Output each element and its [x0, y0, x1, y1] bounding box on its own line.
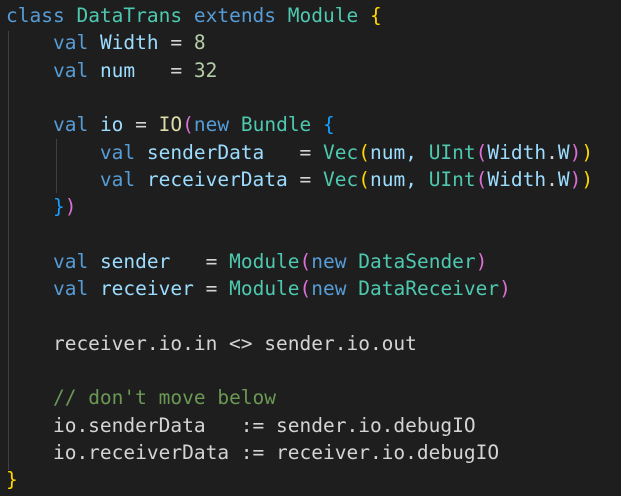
code-token: num — [99, 58, 171, 82]
code-token: val — [52, 58, 100, 82]
code-token: senderData — [146, 140, 300, 164]
code-line: val num = 32 — [6, 57, 217, 84]
code-token: ) — [581, 167, 594, 191]
code-token: val — [99, 167, 147, 191]
code-line: } — [6, 466, 18, 493]
code-token: val — [52, 277, 100, 300]
code-token: } — [6, 468, 18, 492]
code-line: io.senderData := sender.io.debugIO — [6, 412, 476, 439]
code-token: ) — [64, 195, 77, 219]
code-token: Width — [99, 31, 171, 55]
code-line: io.receiverData := receiver.io.debugIO — [6, 439, 499, 466]
code-line: receiver.io.in <> sender.io.out — [6, 330, 417, 357]
code-token: ) — [475, 249, 488, 273]
code-token: = — [205, 249, 230, 273]
code-token: DataTrans — [76, 4, 194, 27]
code-token: Module — [229, 277, 300, 300]
code-token: UInt — [428, 140, 476, 164]
code-token: } — [52, 195, 65, 219]
code-token: = — [299, 140, 323, 164]
code-line: val receiverData = Vec(num, UInt(Width.W… — [6, 166, 593, 193]
code-token: DataReceiver — [358, 277, 500, 300]
code-token: num, — [369, 140, 429, 164]
code-token: receiver.io.in <> sender.io.out — [6, 331, 417, 355]
code-token: = — [170, 31, 194, 55]
code-token: Module — [287, 4, 370, 27]
code-line: class DataTrans extends Module { — [6, 2, 382, 29]
code-token: 32 — [193, 58, 218, 82]
code-token: = — [205, 277, 230, 300]
code-token: receiverData — [146, 167, 300, 191]
code-token: { — [323, 113, 335, 137]
code-token: Vec — [323, 140, 359, 164]
code-line: val io = IO(new Bundle { — [6, 111, 335, 138]
code-token: UInt — [428, 167, 476, 191]
code-token: ( — [475, 167, 488, 191]
code-line: // don't move below — [6, 384, 276, 411]
code-token: io — [99, 113, 136, 137]
code-token: new — [311, 277, 359, 300]
code-token: Width — [487, 167, 547, 191]
code-token: IO — [158, 113, 183, 137]
code-token: class — [6, 4, 77, 27]
code-token: num, — [369, 167, 429, 191]
code-token: val — [52, 113, 100, 137]
code-token: ) — [569, 140, 582, 164]
code-token: ) — [581, 140, 594, 164]
code-token: = — [170, 58, 194, 82]
code-token: Vec — [323, 167, 359, 191]
code-line: val senderData = Vec(num, UInt(Width.W)) — [6, 139, 593, 166]
code-token: . — [546, 140, 558, 164]
code-line: }) — [6, 193, 77, 220]
code-token: ( — [299, 277, 312, 300]
code-token: sender — [99, 249, 206, 273]
code-token: W — [557, 140, 570, 164]
code-token: new — [193, 113, 241, 137]
code-token: new — [311, 249, 359, 273]
code-token: = — [135, 113, 159, 137]
code-token: val — [99, 140, 147, 164]
code-token: ( — [182, 113, 194, 137]
code-token: extends — [193, 4, 288, 27]
code-token: Bundle — [240, 113, 324, 137]
code-token: receiver — [99, 277, 206, 300]
code-token: Width — [487, 140, 547, 164]
code-token: ( — [358, 140, 370, 164]
code-token: ( — [358, 167, 370, 191]
code-editor[interactable]: class DataTrans extends Module { val Wid… — [0, 0, 621, 496]
code-token: ( — [475, 140, 488, 164]
code-token: io.senderData := sender.io.debugIO — [6, 413, 476, 437]
code-token: // don't move below — [52, 386, 277, 410]
code-token: { — [369, 4, 382, 27]
code-token: Module — [229, 249, 300, 273]
code-token: DataSender — [358, 249, 476, 273]
code-line: val receiver = Module(new DataReceiver) — [6, 275, 511, 302]
code-token: ) — [499, 277, 511, 300]
code-token: . — [546, 167, 558, 191]
code-token: = — [299, 167, 323, 191]
code-token: ) — [569, 167, 582, 191]
code-token: ( — [299, 249, 312, 273]
code-line: val sender = Module(new DataSender) — [6, 248, 487, 275]
code-token: io.receiverData := receiver.io.debugIO — [6, 440, 500, 464]
code-token: val — [52, 31, 100, 55]
code-token: 8 — [193, 31, 206, 55]
code-token: val — [52, 249, 100, 273]
code-token: W — [557, 167, 570, 191]
code-line: val Width = 8 — [6, 29, 206, 56]
